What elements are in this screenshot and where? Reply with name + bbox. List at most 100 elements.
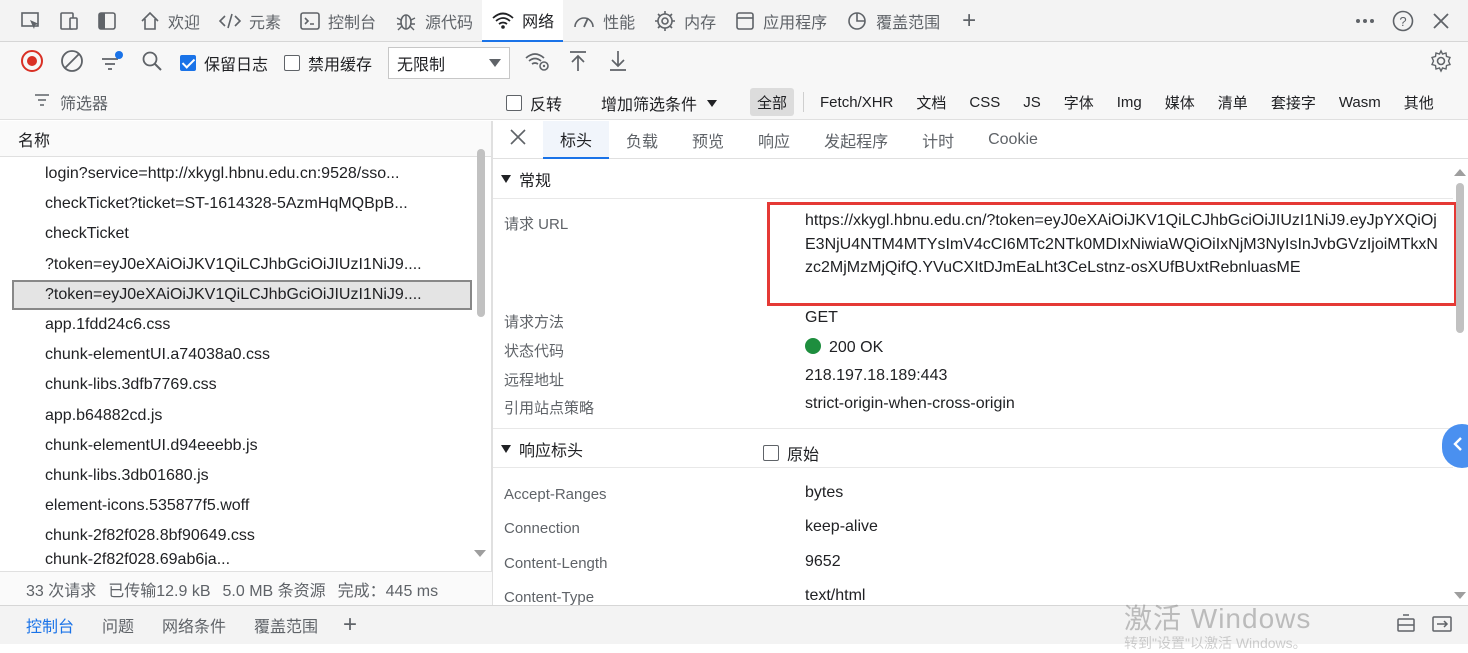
add-tab-button[interactable]: +	[949, 0, 989, 42]
device-emulation-icon[interactable]	[50, 0, 88, 42]
raw-headers-checkbox[interactable]: 原始	[763, 441, 819, 465]
request-row[interactable]: login?service=http://xkygl.hbnu.edu.cn:9…	[12, 159, 472, 189]
type-other[interactable]: 其他	[1397, 88, 1441, 116]
export-har-button[interactable]	[598, 43, 638, 83]
type-css[interactable]: CSS	[962, 88, 1007, 116]
raw-headers-check[interactable]	[763, 445, 779, 461]
record-button[interactable]	[12, 43, 52, 83]
invert-checkbox[interactable]: 反转	[506, 91, 562, 115]
tab-response[interactable]: 响应	[741, 121, 807, 159]
request-row[interactable]: chunk-elementUI.a74038a0.css	[12, 340, 472, 370]
tab-console[interactable]: 控制台	[290, 0, 385, 42]
filter-bar: 筛选器 反转 增加筛选条件 全部 Fetch/XHR 文档 CSS JS 字体 …	[0, 84, 1468, 120]
request-row[interactable]: app.1fdd24c6.css	[12, 310, 472, 340]
type-img[interactable]: Img	[1110, 88, 1149, 116]
request-row[interactable]: chunk-2f82f028.8bf90649.css	[12, 521, 472, 551]
search-button[interactable]	[132, 43, 172, 83]
scrollbar-thumb[interactable]	[1456, 183, 1464, 333]
request-row[interactable]: chunk-2f82f028.69ab6ja...	[12, 551, 472, 565]
invert-check[interactable]	[506, 95, 522, 111]
type-manifest[interactable]: 清单	[1211, 88, 1255, 116]
tab-coverage[interactable]: 覆盖范围	[836, 0, 949, 42]
tab-payload[interactable]: 负载	[609, 121, 675, 159]
tab-label: 欢迎	[168, 14, 201, 32]
type-all[interactable]: 全部	[750, 88, 795, 116]
tab-preview[interactable]: 预览	[675, 121, 741, 159]
remote-address-value: 218.197.18.189:443	[805, 367, 948, 384]
request-list-pane: 名称 login?service=http://xkygl.hbnu.edu.c…	[0, 121, 492, 571]
sidebar-toggle-icon[interactable]	[88, 0, 126, 42]
type-media[interactable]: 媒体	[1158, 88, 1202, 116]
drawer-tab-issues[interactable]: 问题	[88, 606, 148, 645]
more-options-icon[interactable]	[1346, 0, 1384, 42]
detail-tabs: 标头 负载 预览 响应 发起程序 计时 Cookie	[493, 121, 1468, 159]
type-fetch-xhr[interactable]: Fetch/XHR	[813, 88, 900, 116]
tab-application[interactable]: 应用程序	[725, 0, 836, 42]
tab-performance[interactable]: 性能	[563, 0, 644, 42]
scroll-up-icon[interactable]	[1454, 169, 1466, 176]
tab-headers[interactable]: 标头	[543, 121, 610, 159]
request-row[interactable]: ?token=eyJ0eXAiOiJKV1QiLCJhbGciOiJIUzI1N…	[12, 250, 472, 280]
network-conditions-button[interactable]	[518, 43, 558, 83]
help-icon[interactable]: ?	[1384, 0, 1422, 42]
detail-scrollbar[interactable]	[1453, 169, 1467, 599]
close-devtools-icon[interactable]	[1422, 0, 1460, 42]
type-js[interactable]: JS	[1016, 88, 1048, 116]
disable-cache-checkbox[interactable]: 禁用缓存	[284, 51, 372, 75]
preserve-log-checkbox[interactable]: 保留日志	[180, 51, 268, 75]
request-row[interactable]: checkTicket?ticket=ST-1614328-5AzmHqMQBp…	[12, 189, 472, 219]
tab-cookies[interactable]: Cookie	[971, 121, 1055, 159]
tab-timing[interactable]: 计时	[905, 121, 971, 159]
throttle-select[interactable]: 无限制	[388, 47, 511, 79]
clear-button[interactable]	[52, 43, 92, 83]
drawer-tab-network-conditions[interactable]: 网络条件	[148, 606, 240, 645]
type-font[interactable]: 字体	[1057, 88, 1101, 116]
general-section-header[interactable]: 常规	[493, 162, 1453, 196]
scrollbar-thumb[interactable]	[477, 149, 485, 317]
bug-icon	[394, 10, 418, 32]
request-row[interactable]: chunk-libs.3dfb7769.css	[12, 370, 472, 400]
add-filter-dropdown[interactable]: 增加筛选条件	[601, 91, 718, 115]
drawer-tab-console[interactable]: 控制台	[12, 606, 88, 645]
request-row[interactable]: chunk-elementUI.d94eeebb.js	[12, 431, 472, 461]
tab-welcome[interactable]: 欢迎	[130, 0, 209, 42]
type-wasm[interactable]: Wasm	[1332, 88, 1388, 116]
close-detail-button[interactable]	[493, 121, 543, 159]
response-headers-section-header[interactable]: 响应标头	[493, 432, 1453, 466]
scroll-down-icon[interactable]	[1454, 592, 1466, 599]
tab-initiator[interactable]: 发起程序	[807, 121, 905, 159]
tab-elements[interactable]: 元素	[209, 0, 290, 42]
inspect-element-icon[interactable]	[12, 0, 50, 42]
request-row[interactable]: app.b64882cd.js	[12, 401, 472, 431]
request-method-label: 请求方法	[504, 314, 565, 331]
invert-label: 反转	[530, 97, 563, 114]
request-list-scrollbar[interactable]	[474, 149, 486, 557]
add-drawer-tab-button[interactable]: +	[332, 611, 368, 639]
import-har-button[interactable]	[558, 43, 598, 83]
preserve-log-check[interactable]	[180, 55, 196, 71]
name-column-header[interactable]: 名称	[0, 121, 492, 157]
network-settings-button[interactable]	[1424, 46, 1458, 80]
tab-label: 控制台	[328, 14, 377, 32]
raw-headers-label: 原始	[787, 447, 820, 464]
filter-toggle-button[interactable]	[92, 43, 132, 83]
filter-placeholder: 筛选器	[60, 96, 109, 113]
request-row[interactable]: element-icons.535877f5.woff	[12, 491, 472, 521]
network-toolbar: 保留日志 禁用缓存 无限制	[0, 42, 1468, 84]
request-row[interactable]: checkTicket	[12, 219, 472, 249]
disable-cache-check[interactable]	[284, 55, 301, 71]
filter-input[interactable]: 筛选器	[34, 90, 108, 114]
tab-memory[interactable]: 内存	[644, 0, 725, 42]
close-drawer-button[interactable]	[1424, 612, 1460, 640]
scroll-down-icon[interactable]	[474, 550, 486, 557]
dock-drawer-button[interactable]	[1388, 612, 1424, 640]
chevron-left-icon	[1452, 436, 1464, 457]
drawer-tab-coverage[interactable]: 覆盖范围	[240, 606, 332, 645]
type-doc[interactable]: 文档	[909, 88, 953, 116]
request-row[interactable]: chunk-libs.3db01680.js	[12, 461, 472, 491]
tab-network[interactable]: 网络	[482, 0, 564, 42]
disable-cache-label: 禁用缓存	[308, 57, 373, 74]
request-row-selected[interactable]: ?token=eyJ0eXAiOiJKV1QiLCJhbGciOiJIUzI1N…	[12, 279, 472, 310]
type-socket[interactable]: 套接字	[1264, 88, 1323, 116]
tab-sources[interactable]: 源代码	[385, 0, 482, 42]
